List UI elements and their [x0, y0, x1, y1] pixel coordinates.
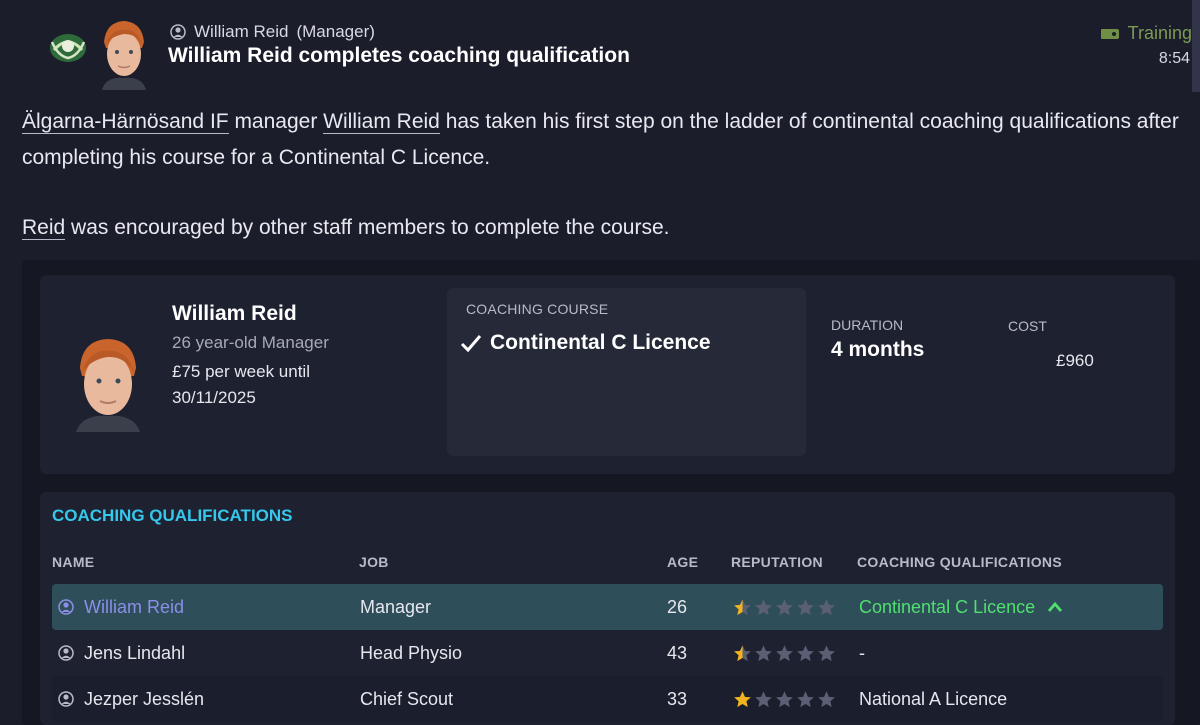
- star-icon: [818, 598, 835, 615]
- row-qualification: -: [859, 630, 865, 676]
- star-icon: [797, 598, 814, 615]
- row-age: 33: [667, 688, 688, 709]
- person-icon: [170, 24, 186, 40]
- row-age: 26: [667, 596, 688, 617]
- category-label: Training: [1127, 23, 1192, 43]
- message-title: William Reid completes coaching qualific…: [168, 44, 630, 67]
- course-label: COACHING COURSE: [466, 301, 609, 317]
- column-header-qualifications[interactable]: COACHING QUALIFICATIONS: [857, 554, 1062, 570]
- row-job: Manager: [360, 596, 432, 617]
- staff-age-role: 26 year-old Manager: [172, 333, 329, 352]
- column-header-age[interactable]: AGE: [667, 554, 698, 570]
- row-qualification-text: National A Licence: [859, 688, 1008, 709]
- message-time: 8:54: [1158, 50, 1190, 67]
- body-text-segment: manager: [228, 110, 324, 133]
- row-qualification: National A Licence: [859, 676, 1007, 722]
- star-icon: [797, 644, 814, 661]
- table-row[interactable]: Jens Lindahl Head Physio 43 -: [52, 630, 1163, 676]
- column-header-reputation[interactable]: REPUTATION: [731, 554, 823, 570]
- staff-avatar[interactable]: [72, 334, 144, 432]
- scrollbar-thumb[interactable]: [1192, 0, 1200, 92]
- row-reputation: [733, 584, 836, 630]
- row-job: Chief Scout: [360, 688, 454, 709]
- column-header-name[interactable]: NAME: [52, 554, 94, 570]
- chevron-up-icon: [1048, 601, 1063, 612]
- row-name-text[interactable]: William Reid: [84, 597, 184, 618]
- course-name: Continental C Licence: [490, 331, 711, 354]
- star-icon: [776, 690, 793, 707]
- table-row[interactable]: Jezper Jesslén Chief Scout 33 National A Li…: [52, 676, 1163, 722]
- qualifications-title: COACHING QUALIFICATIONS: [52, 506, 293, 525]
- star-icon: [797, 690, 814, 707]
- star-icon: [755, 644, 772, 661]
- star-icon: [734, 690, 751, 707]
- club-link[interactable]: Älgarna-Härnösand IF: [22, 110, 229, 134]
- sender-role: (Manager): [296, 22, 375, 41]
- staff-wage: £75 per week until 30/11/2025: [172, 362, 310, 407]
- manager-avatar[interactable]: [98, 18, 150, 90]
- star-icon: [776, 644, 793, 661]
- check-icon: [460, 335, 482, 352]
- star-icon: [818, 644, 835, 661]
- body-text-segment: was encouraged by other staff members to…: [65, 216, 670, 239]
- message-header: William Reid (Manager) William Reid comp…: [0, 0, 1200, 100]
- cost-value: £960: [1056, 351, 1094, 370]
- star-icon: [755, 690, 772, 707]
- row-qualification-text: Continental C Licence: [859, 596, 1036, 617]
- person-icon: [58, 599, 74, 615]
- row-reputation: [733, 676, 836, 722]
- cost-label: COST: [1008, 318, 1047, 334]
- row-qualification-text: -: [859, 642, 865, 663]
- row-name-text[interactable]: Jezper Jesslén: [84, 689, 204, 710]
- person-link[interactable]: William Reid: [323, 110, 440, 134]
- table-row[interactable]: William Reid Manager 26 Continental C Licen…: [52, 584, 1163, 630]
- message-body: Älgarna-Härnösand IF manager William Rei…: [22, 104, 1182, 280]
- duration-value: 4 months: [831, 338, 925, 361]
- body-paragraph-1: Älgarna-Härnösand IF manager William Rei…: [22, 104, 1182, 176]
- column-header-job[interactable]: JOB: [359, 554, 389, 570]
- row-job: Head Physio: [360, 642, 463, 663]
- sender-name[interactable]: William Reid: [194, 22, 288, 42]
- person-icon: [58, 691, 74, 707]
- row-age: 43: [667, 642, 688, 663]
- row-name-text[interactable]: Jens Lindahl: [84, 643, 185, 664]
- row-name[interactable]: Jezper Jesslén: [58, 676, 204, 722]
- star-icon: [734, 644, 751, 661]
- star-icon: [776, 598, 793, 615]
- row-reputation: [733, 630, 836, 676]
- row-qualification: Continental C Licence: [859, 584, 1063, 630]
- club-badge-icon: [50, 34, 86, 62]
- category-tag: Training: [1100, 23, 1192, 44]
- star-icon: [734, 598, 751, 615]
- row-name[interactable]: William Reid: [58, 584, 184, 630]
- row-name[interactable]: Jens Lindahl: [58, 630, 185, 676]
- body-paragraph-2: Reid was encouraged by other staff membe…: [22, 210, 1182, 246]
- person-icon: [58, 645, 74, 661]
- star-icon: [755, 598, 772, 615]
- duration-label: DURATION: [831, 317, 904, 333]
- person-link-short[interactable]: Reid: [22, 216, 66, 240]
- star-icon: [818, 690, 835, 707]
- staff-name[interactable]: William Reid: [172, 302, 297, 326]
- course-value: Continental C Licence: [460, 331, 711, 355]
- sender-row[interactable]: William Reid (Manager): [170, 22, 375, 42]
- training-tag-icon: [1100, 28, 1119, 39]
